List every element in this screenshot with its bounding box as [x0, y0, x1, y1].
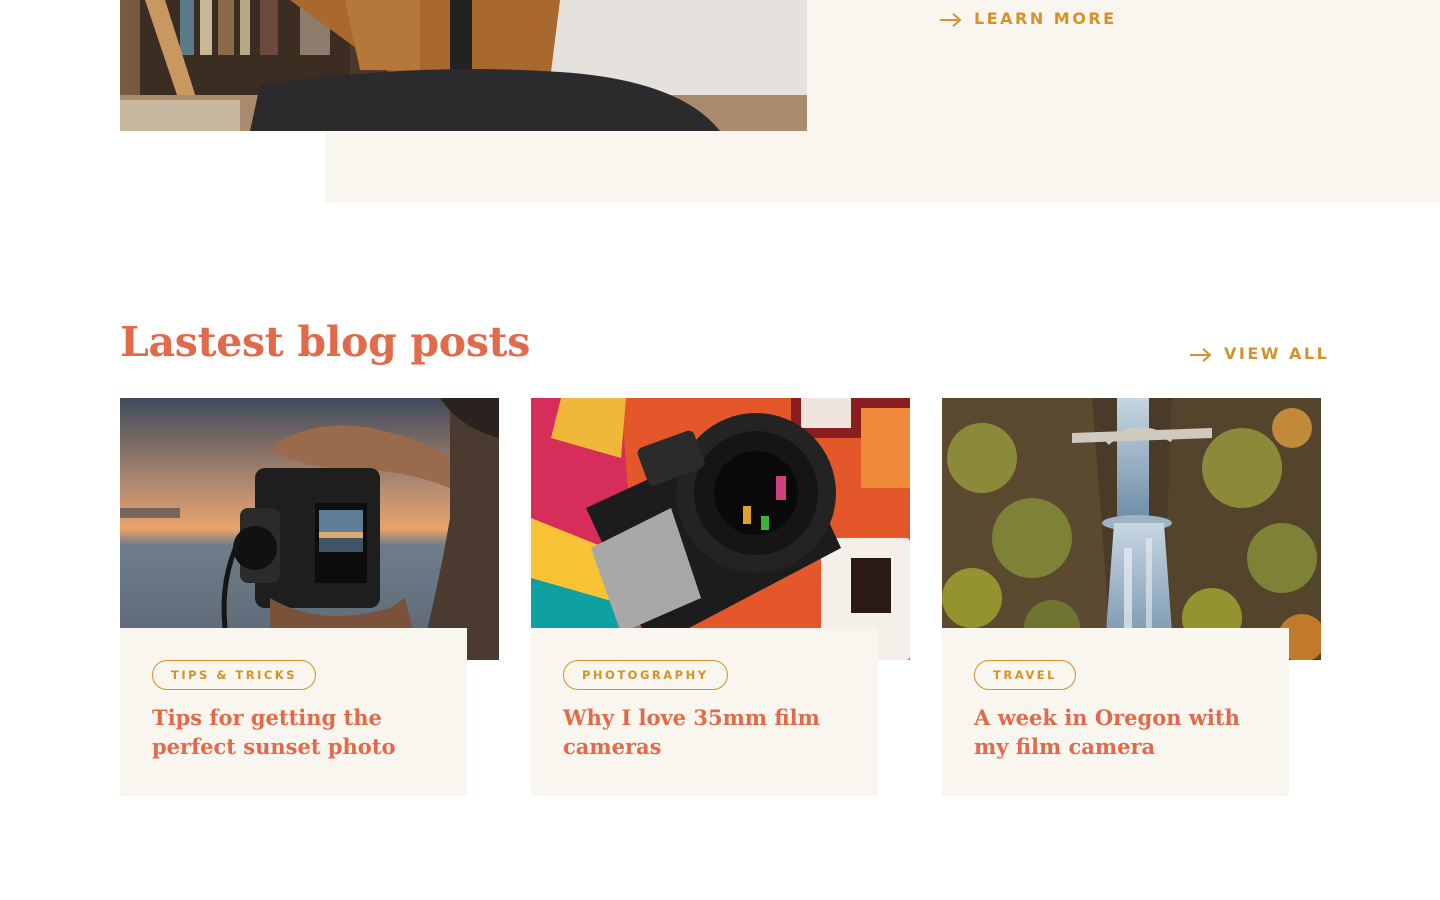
category-tag[interactable]: TRAVEL — [974, 660, 1076, 690]
learn-more-label: LEARN MORE — [974, 9, 1117, 28]
category-tag[interactable]: PHOTOGRAPHY — [563, 660, 728, 690]
blog-post-card[interactable]: TRAVEL A week in Oregon with my film cam… — [942, 398, 1321, 798]
blog-post-card[interactable]: TIPS & TRICKS Tips for getting the perfe… — [120, 398, 499, 798]
post-title[interactable]: Why I love 35mm film cameras — [563, 703, 846, 761]
section-title: Lastest blog posts — [120, 318, 531, 366]
blog-post-card[interactable]: PHOTOGRAPHY Why I love 35mm film cameras — [531, 398, 910, 798]
page: LEARN MORE Lastest blog posts VIEW ALL T… — [0, 0, 1440, 900]
card-body: TRAVEL A week in Oregon with my film cam… — [942, 628, 1289, 796]
view-all-label: VIEW ALL — [1224, 344, 1330, 363]
post-image-waterfall[interactable] — [942, 398, 1321, 660]
card-body: TIPS & TRICKS Tips for getting the perfe… — [120, 628, 467, 796]
post-title[interactable]: Tips for getting the perfect sunset phot… — [152, 703, 435, 761]
hero-image — [120, 0, 807, 131]
post-image-sunset[interactable] — [120, 398, 499, 660]
post-image-film-camera[interactable] — [531, 398, 910, 660]
view-all-link[interactable]: VIEW ALL — [1190, 344, 1329, 363]
category-tag[interactable]: TIPS & TRICKS — [152, 660, 316, 690]
learn-more-link[interactable]: LEARN MORE — [940, 9, 1117, 28]
card-body: PHOTOGRAPHY Why I love 35mm film cameras — [531, 628, 878, 796]
post-title[interactable]: A week in Oregon with my film camera — [974, 703, 1257, 761]
arrow-right-icon — [1190, 347, 1212, 362]
arrow-right-icon — [940, 12, 962, 27]
